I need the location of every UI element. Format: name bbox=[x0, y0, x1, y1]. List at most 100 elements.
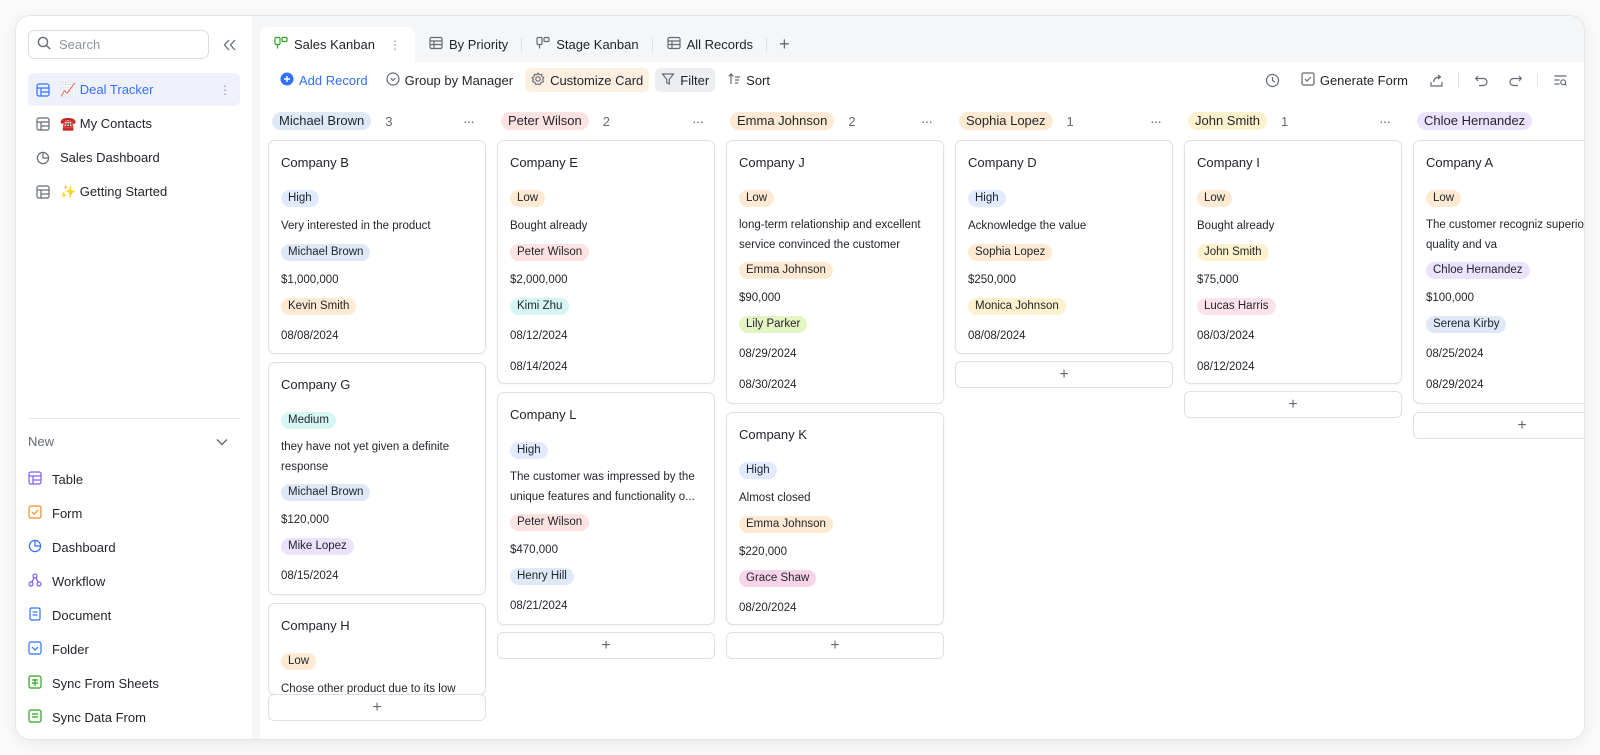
record-card[interactable]: Company G Medium they have not yet given… bbox=[268, 362, 486, 595]
add-card-button[interactable]: + bbox=[955, 361, 1173, 388]
add-card-button[interactable]: + bbox=[1413, 412, 1584, 439]
priority-tag: Low bbox=[510, 190, 546, 207]
generate-form-button[interactable]: Generate Form bbox=[1295, 68, 1414, 92]
tab-stage-kanban[interactable]: Stage Kanban bbox=[522, 27, 653, 62]
more-icon[interactable]: ··· bbox=[921, 113, 933, 129]
column-count: 1 bbox=[1066, 113, 1074, 129]
group-by-button[interactable]: Group by Manager bbox=[380, 68, 519, 92]
collapse-sidebar-icon[interactable] bbox=[219, 34, 240, 56]
kanban-column: Michael Brown 3 ··· Company B High Very … bbox=[268, 106, 486, 721]
redo-icon[interactable] bbox=[1503, 68, 1527, 92]
more-icon[interactable]: ··· bbox=[1379, 113, 1391, 129]
column-header[interactable]: Michael Brown 3 ··· bbox=[268, 106, 486, 136]
new-document-item[interactable]: Document bbox=[28, 598, 240, 632]
sidebar-item-label: Sales Dashboard bbox=[60, 150, 160, 165]
card-title: Company B bbox=[281, 155, 349, 170]
sort-button[interactable]: Sort bbox=[721, 68, 776, 92]
sidebar-item-sales-dashboard[interactable]: Sales Dashboard bbox=[28, 141, 240, 174]
record-card[interactable]: Company I Low Bought already John Smith … bbox=[1184, 140, 1402, 384]
card-note: Acknowledge the value bbox=[968, 219, 1087, 232]
new-dashboard-item[interactable]: Dashboard bbox=[28, 530, 240, 564]
card-date: 08/21/2024 bbox=[510, 599, 568, 612]
new-sync-sheets-item[interactable]: Sync From Sheets bbox=[28, 666, 240, 700]
customize-card-button[interactable]: Customize Card bbox=[525, 68, 650, 92]
record-card[interactable]: Company E Low Bought already Peter Wilso… bbox=[497, 140, 715, 384]
priority-tag: Medium bbox=[281, 412, 336, 429]
tab-all-records[interactable]: All Records bbox=[653, 27, 768, 62]
card-title: Company G bbox=[281, 377, 351, 392]
card-amount: $1,000,000 bbox=[281, 273, 339, 286]
share-icon[interactable] bbox=[1424, 68, 1448, 92]
new-form-item[interactable]: Form bbox=[28, 496, 240, 530]
more-icon[interactable]: ··· bbox=[463, 113, 475, 129]
more-icon[interactable]: ··· bbox=[692, 113, 704, 129]
record-card[interactable]: Company H Low Chose other product due to… bbox=[268, 603, 486, 695]
new-item-label: Folder bbox=[52, 641, 89, 657]
contact-tag: Henry Hill bbox=[510, 568, 574, 585]
filter-icon bbox=[661, 72, 676, 89]
card-date: 08/25/2024 bbox=[1426, 347, 1484, 360]
new-item-label: Sync From Sheets bbox=[52, 675, 159, 691]
filter-button[interactable]: Filter bbox=[655, 68, 716, 92]
sidebar-item-my-contacts[interactable]: ☎️ My Contacts bbox=[28, 107, 240, 140]
grid-icon bbox=[666, 36, 681, 53]
add-card-button[interactable]: + bbox=[726, 632, 944, 659]
plus-icon: + bbox=[1059, 365, 1069, 383]
record-card[interactable]: Company L High The customer was impresse… bbox=[497, 392, 715, 625]
column-header[interactable]: Sophia Lopez 1 ··· bbox=[955, 106, 1173, 136]
new-sync-data-item[interactable]: Sync Data From bbox=[28, 700, 240, 734]
card-amount: $250,000 bbox=[968, 273, 1016, 286]
sidebar: 📈 Deal Tracker ⋮ ☎️ My Contacts Sales Da… bbox=[16, 16, 252, 739]
sidebar-item-deal-tracker[interactable]: 📈 Deal Tracker ⋮ bbox=[28, 73, 240, 106]
more-icon[interactable]: ··· bbox=[1150, 113, 1162, 129]
column-header[interactable]: John Smith 1 ··· bbox=[1184, 106, 1402, 136]
more-icon[interactable]: ⋮ bbox=[389, 38, 401, 52]
chevron-down-icon[interactable] bbox=[216, 434, 228, 449]
contact-tag: Kimi Zhu bbox=[510, 298, 570, 315]
new-item-label: Document bbox=[52, 607, 112, 623]
record-card[interactable]: Company J Low long-term relationship and… bbox=[726, 140, 944, 404]
card-title: Company L bbox=[510, 407, 577, 422]
undo-icon[interactable] bbox=[1469, 68, 1493, 92]
history-icon[interactable] bbox=[1261, 68, 1285, 92]
kanban-column: John Smith 1 ··· Company I Low Bought al… bbox=[1184, 106, 1402, 418]
sidebar-item-getting-started[interactable]: ✨ Getting Started bbox=[28, 175, 240, 208]
card-amount: $470,000 bbox=[510, 543, 558, 556]
tab-by-priority[interactable]: By Priority bbox=[415, 27, 523, 62]
workflow-icon bbox=[28, 572, 42, 590]
card-date: 08/15/2024 bbox=[281, 569, 339, 582]
new-table-item[interactable]: Table bbox=[28, 462, 240, 496]
card-date: 08/08/2024 bbox=[281, 329, 339, 342]
column-header[interactable]: Chloe Hernandez bbox=[1413, 106, 1584, 136]
add-record-button[interactable]: Add Record bbox=[274, 68, 374, 92]
plus-circle-icon bbox=[280, 72, 294, 89]
add-card-button[interactable]: + bbox=[268, 694, 486, 721]
search-records-icon[interactable] bbox=[1548, 68, 1572, 92]
new-folder-item[interactable]: Folder bbox=[28, 632, 240, 666]
kanban-board: Add Record Group by Manager Customize Ca… bbox=[260, 62, 1584, 739]
search-input[interactable] bbox=[59, 37, 199, 52]
add-card-button[interactable]: + bbox=[497, 632, 715, 659]
new-section-header[interactable]: New bbox=[28, 428, 240, 454]
column-count: 2 bbox=[602, 113, 610, 129]
record-card[interactable]: Company K High Almost closed Emma Johnso… bbox=[726, 412, 944, 625]
column-title: Chloe Hernandez bbox=[1417, 112, 1533, 130]
add-card-button[interactable]: + bbox=[1184, 391, 1402, 418]
column-header[interactable]: Emma Johnson 2 ··· bbox=[726, 106, 944, 136]
manager-tag: Michael Brown bbox=[281, 484, 371, 501]
tab-sales-kanban[interactable]: Sales Kanban ⋮ bbox=[260, 27, 415, 62]
manager-tag: John Smith bbox=[1197, 244, 1269, 261]
dashboard-icon bbox=[28, 539, 42, 556]
card-amount: $75,000 bbox=[1197, 273, 1239, 286]
more-icon[interactable]: ⋮ bbox=[219, 83, 231, 97]
search-box[interactable] bbox=[28, 30, 210, 59]
record-card[interactable]: Company B High Very interested in the pr… bbox=[268, 140, 486, 354]
view-tabs: Sales Kanban ⋮ By Priority Stage Kanban … bbox=[260, 16, 1584, 62]
column-header[interactable]: Peter Wilson 2 ··· bbox=[497, 106, 715, 136]
record-card[interactable]: Company A Low The customer recogniz supe… bbox=[1413, 140, 1584, 404]
manager-tag: Emma Johnson bbox=[739, 516, 833, 533]
new-workflow-item[interactable]: Workflow bbox=[28, 564, 240, 598]
plus-icon: + bbox=[372, 698, 382, 716]
record-card[interactable]: Company D High Acknowledge the value Sop… bbox=[955, 140, 1173, 354]
add-view-button[interactable]: + bbox=[767, 27, 802, 62]
